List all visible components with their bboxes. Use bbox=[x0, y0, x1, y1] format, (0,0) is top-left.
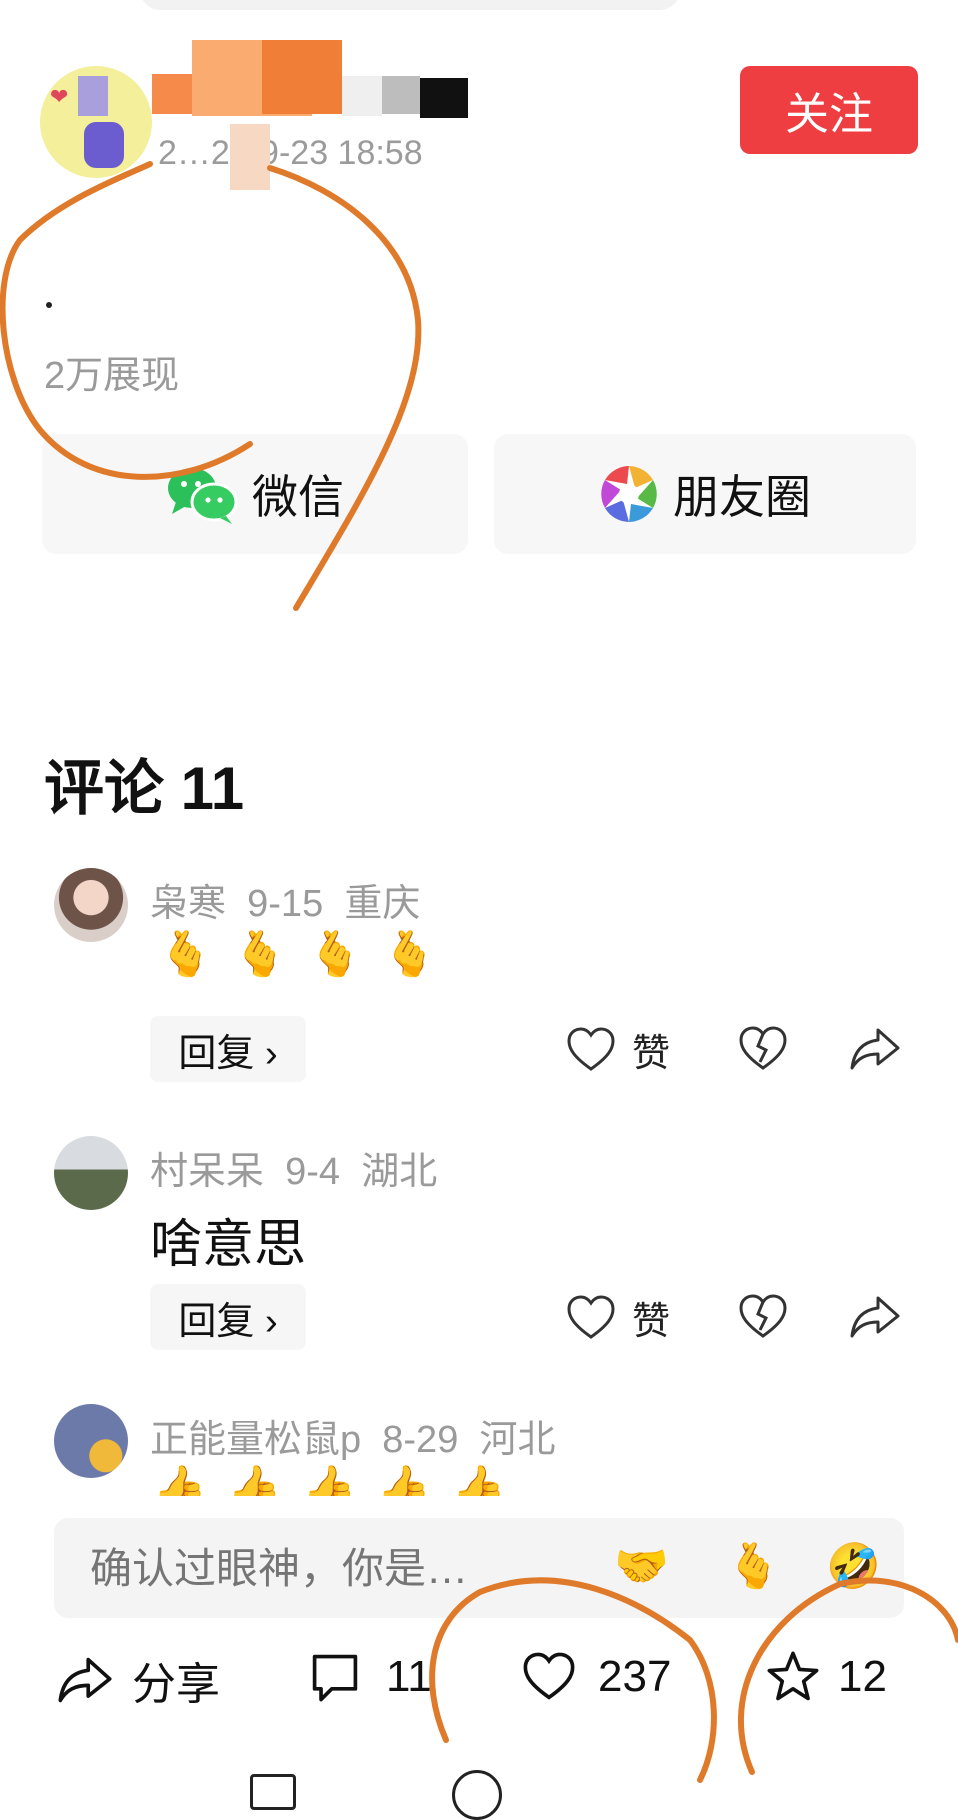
like-button[interactable]: 237 bbox=[520, 1648, 671, 1706]
comment-input[interactable] bbox=[88, 1540, 612, 1598]
broken-heart-icon bbox=[739, 1294, 787, 1338]
emoji-laughing[interactable]: 🤣 bbox=[826, 1540, 881, 1592]
heart-icon bbox=[523, 1652, 575, 1700]
comment-icon bbox=[312, 1654, 358, 1702]
comment-forward-button[interactable] bbox=[848, 1022, 902, 1081]
forward-icon bbox=[850, 1028, 900, 1070]
reply-button[interactable]: 回复 › bbox=[150, 1284, 306, 1350]
comment-dislike-button[interactable] bbox=[736, 1290, 790, 1349]
like-count: 237 bbox=[598, 1652, 672, 1701]
nav-circle-icon[interactable] bbox=[452, 1770, 502, 1820]
comment-region: 重庆 bbox=[344, 883, 421, 925]
share-moments-label: 朋友圈 bbox=[673, 471, 811, 523]
comment-region: 河北 bbox=[479, 1419, 556, 1461]
comment-avatar[interactable] bbox=[54, 868, 128, 942]
share-wechat-button[interactable]: 微信 bbox=[42, 434, 468, 554]
comment-avatar[interactable] bbox=[54, 1404, 128, 1478]
share-icon bbox=[58, 1657, 112, 1703]
wechat-icon bbox=[166, 464, 238, 524]
top-search-bar[interactable] bbox=[140, 0, 680, 10]
comment-meta: 枭寒 9-15 重庆 bbox=[150, 872, 420, 927]
comment-dislike-button[interactable] bbox=[736, 1022, 790, 1081]
moments-icon bbox=[599, 464, 659, 524]
comment-user[interactable]: 枭寒 bbox=[150, 883, 226, 925]
follow-button[interactable]: 关注 bbox=[740, 66, 918, 154]
annotation-loop-left bbox=[0, 161, 253, 480]
heart-icon bbox=[567, 1294, 615, 1339]
like-label: 赞 bbox=[632, 1033, 671, 1075]
share-wechat-label: 微信 bbox=[252, 471, 344, 523]
comment-like-button[interactable]: 赞 bbox=[564, 1022, 670, 1077]
emoji-finger-heart[interactable]: 🫰 bbox=[726, 1540, 781, 1592]
star-icon bbox=[767, 1651, 819, 1701]
post-body bbox=[46, 302, 52, 308]
forward-icon bbox=[850, 1296, 900, 1338]
comment-meta: 正能量松鼠p 8-29 河北 bbox=[150, 1408, 555, 1463]
comments-title: 评论 11 bbox=[44, 755, 245, 822]
comment-count: 11 bbox=[386, 1652, 432, 1701]
comment-user[interactable]: 正能量松鼠p bbox=[150, 1419, 361, 1461]
share-button[interactable]: 分享 bbox=[56, 1648, 220, 1712]
author-avatar[interactable]: ❤ bbox=[40, 66, 152, 178]
heart-icon bbox=[567, 1026, 615, 1071]
comment-date: 8-29 bbox=[382, 1419, 459, 1461]
favorite-count: 12 bbox=[838, 1652, 887, 1701]
reply-button[interactable]: 回复 › bbox=[150, 1016, 306, 1082]
comment-forward-button[interactable] bbox=[848, 1290, 902, 1349]
comment-meta: 村呆呆 9-4 湖北 bbox=[150, 1140, 437, 1195]
emoji-handshake[interactable]: 🤝 bbox=[614, 1540, 669, 1592]
comment-region: 湖北 bbox=[361, 1151, 438, 1193]
comment-content: 啥意思 bbox=[150, 1216, 307, 1274]
timestamp-redaction bbox=[230, 124, 270, 190]
broken-heart-icon bbox=[739, 1026, 787, 1070]
post-timestamp: 2…21-9-23 18:58 bbox=[158, 134, 423, 172]
comment-content-clip: 👍👍👍👍👍 bbox=[152, 1462, 526, 1496]
comment-content: 🫰🫰🫰🫰 bbox=[158, 930, 458, 979]
favorite-button[interactable]: 12 bbox=[764, 1648, 887, 1706]
share-moments-button[interactable]: 朋友圈 bbox=[494, 434, 916, 554]
comment-button[interactable]: 11 bbox=[306, 1648, 432, 1706]
share-label: 分享 bbox=[132, 1660, 220, 1709]
comment-input-box[interactable]: 🤝 🫰 🤣 bbox=[54, 1518, 904, 1618]
comment-avatar[interactable] bbox=[54, 1136, 128, 1210]
comment-user[interactable]: 村呆呆 bbox=[150, 1151, 264, 1193]
comment-date: 9-15 bbox=[247, 883, 324, 925]
comment-content: 👍👍👍👍👍 bbox=[152, 1464, 526, 1496]
comment-date: 9-4 bbox=[285, 1151, 341, 1193]
like-label: 赞 bbox=[632, 1301, 671, 1343]
nav-home-icon[interactable] bbox=[250, 1774, 296, 1810]
view-count: 2万展现 bbox=[44, 355, 180, 397]
comment-like-button[interactable]: 赞 bbox=[564, 1290, 670, 1345]
avatar-heart-icon: ❤ bbox=[50, 84, 69, 109]
